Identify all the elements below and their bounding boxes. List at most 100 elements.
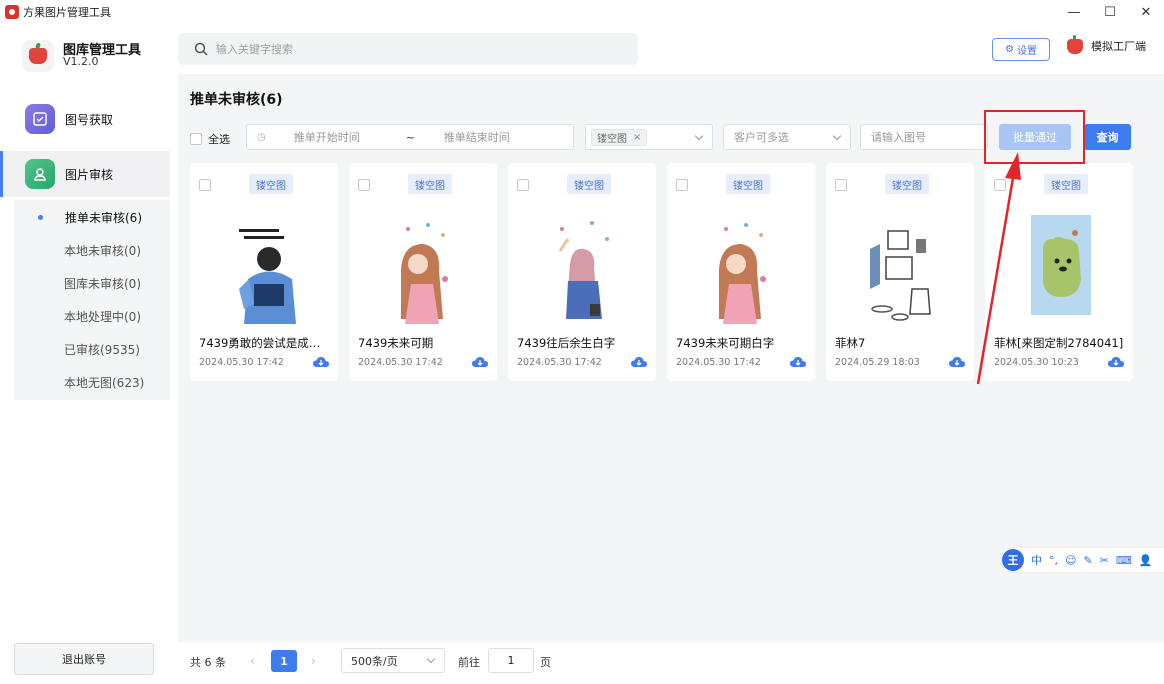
- card-checkbox[interactable]: [358, 179, 370, 191]
- ime-lang-toggle[interactable]: 中: [1031, 552, 1042, 568]
- customer-select[interactable]: 客户可多选: [723, 124, 851, 150]
- card-checkbox[interactable]: [994, 179, 1006, 191]
- minimize-button[interactable]: —: [1056, 0, 1092, 24]
- close-button[interactable]: ✕: [1128, 0, 1164, 24]
- nav-item-get-code[interactable]: 图号获取: [0, 96, 170, 142]
- search-bar: [178, 33, 638, 65]
- card-badge: 镂空图: [408, 174, 452, 194]
- goto-page-input[interactable]: 1: [488, 648, 534, 673]
- sidebar: 图库管理工具 V1.2.0 图号获取 图片审核 推单未审核(6) 本地未审核(0…: [0, 24, 178, 684]
- sub-nav: 推单未审核(6) 本地未审核(0) 图库未审核(0) 本地处理中(0) 已审核(…: [14, 200, 170, 400]
- page-size-value: 500条/页: [351, 654, 398, 668]
- cloud-download-icon[interactable]: [631, 356, 647, 368]
- sub-item-local-unreviewed[interactable]: 本地未审核(0): [14, 234, 170, 267]
- cloud-download-icon[interactable]: [1108, 356, 1124, 368]
- emoji-icon[interactable]: ☺: [1065, 554, 1076, 567]
- select-all-label: 全选: [208, 133, 230, 146]
- ime-punct-toggle[interactable]: °,: [1049, 554, 1058, 567]
- date-start-placeholder[interactable]: 推单开始时间: [294, 129, 406, 145]
- card-date: 2024.05.30 17:42: [358, 357, 443, 368]
- checkbox[interactable]: [190, 133, 202, 145]
- prev-page-button[interactable]: ‹: [250, 654, 255, 668]
- logout-button[interactable]: 退出账号: [14, 643, 154, 675]
- tag-select[interactable]: 镂空图 ×: [585, 124, 713, 150]
- id-card-icon: [25, 104, 55, 134]
- card-checkbox[interactable]: [676, 179, 688, 191]
- code-input[interactable]: 请输入图号: [860, 124, 988, 150]
- sub-item-local-no-image[interactable]: 本地无图(623): [14, 366, 170, 399]
- chevron-down-icon: [694, 131, 704, 141]
- thumbnail-image: [239, 229, 296, 324]
- nav-item-image-review[interactable]: 图片审核: [0, 151, 170, 197]
- settings-button[interactable]: ⚙ 设置: [992, 38, 1050, 61]
- card-grid: 镂空图 7439勇敢的尝试是成功的一半 2024.05.30 17:42 镂空图: [190, 163, 1150, 383]
- chevron-down-icon: [426, 654, 436, 664]
- card-date: 2024.05.30 17:42: [517, 357, 602, 368]
- cloud-download-icon[interactable]: [472, 356, 488, 368]
- card-badge: 镂空图: [249, 174, 293, 194]
- clock-icon: ◷: [257, 131, 266, 143]
- query-button[interactable]: 查询: [1084, 124, 1131, 150]
- tag-chip: 镂空图 ×: [591, 128, 648, 146]
- card-date: 2024.05.30 10:23: [994, 357, 1079, 368]
- thumbnail-image: [401, 223, 448, 324]
- image-card[interactable]: 镂空图 7439未来可期白字 2024.05.30 17:42: [667, 163, 815, 381]
- apple-icon: [29, 48, 47, 64]
- card-checkbox[interactable]: [835, 179, 847, 191]
- card-name: 7439未来可期: [358, 336, 434, 350]
- card-checkbox[interactable]: [517, 179, 529, 191]
- nav-label: 图片审核: [65, 167, 114, 182]
- gear-icon: ⚙: [1005, 44, 1014, 55]
- sub-item-label: 图库未审核(0): [64, 277, 141, 291]
- sub-item-reviewed[interactable]: 已审核(9535): [14, 333, 170, 366]
- select-all-checkbox[interactable]: 全选: [190, 131, 230, 147]
- image-card[interactable]: 镂空图 菲林7 2024.05.29 18:03: [826, 163, 974, 381]
- search-icon: [194, 42, 208, 56]
- window-title: 方果图片管理工具: [23, 6, 111, 19]
- sub-item-label: 已审核(9535): [64, 343, 140, 357]
- active-dot-icon: [38, 215, 43, 220]
- date-end-placeholder[interactable]: 推单结束时间: [444, 129, 510, 145]
- search-input[interactable]: [216, 42, 596, 56]
- apple-icon: [1067, 34, 1083, 54]
- cloud-download-icon[interactable]: [790, 356, 806, 368]
- user-icon[interactable]: 👤: [1139, 554, 1153, 567]
- image-card[interactable]: 镂空图 7439勇敢的尝试是成功的一半 2024.05.30 17:42: [190, 163, 338, 381]
- date-range-picker[interactable]: ◷ 推单开始时间 ~ 推单结束时间: [246, 124, 574, 150]
- card-checkbox[interactable]: [199, 179, 211, 191]
- image-card[interactable]: 镂空图 7439未来可期 2024.05.30 17:42: [349, 163, 497, 381]
- ime-logo[interactable]: 王: [1002, 549, 1024, 571]
- next-page-button[interactable]: ›: [311, 654, 316, 668]
- thumbnail-image: [1031, 215, 1091, 315]
- settings-label: 设置: [1016, 46, 1037, 57]
- pen-icon[interactable]: ✎: [1083, 554, 1092, 567]
- card-name: 7439未来可期白字: [676, 336, 775, 350]
- cloud-download-icon[interactable]: [313, 356, 329, 368]
- close-icon[interactable]: ×: [633, 132, 641, 143]
- card-name: 7439往后余生白字: [517, 336, 616, 350]
- thumbnail-image: [719, 223, 766, 324]
- chevron-down-icon: [832, 131, 842, 141]
- keyboard-icon[interactable]: ⌨: [1116, 554, 1132, 567]
- cloud-download-icon[interactable]: [949, 356, 965, 368]
- date-separator: ~: [405, 130, 415, 144]
- maximize-button[interactable]: ☐: [1092, 0, 1128, 24]
- card-date: 2024.05.29 18:03: [835, 357, 920, 368]
- sub-item-gallery-unreviewed[interactable]: 图库未审核(0): [14, 267, 170, 300]
- sub-item-push-unreviewed[interactable]: 推单未审核(6): [14, 201, 170, 234]
- page-title: 推单未审核(6): [190, 92, 283, 108]
- batch-approve-button[interactable]: 批量通过: [999, 124, 1071, 150]
- card-name: 菲林7: [835, 336, 866, 350]
- image-card[interactable]: 镂空图 菲林[来图定制2784041] 2024.05.30 10:23: [985, 163, 1133, 381]
- user-menu[interactable]: 模拟工厂端: [1067, 34, 1146, 54]
- thumbnail-image: [558, 221, 609, 319]
- card-name: 7439勇敢的尝试是成功的一半: [199, 336, 331, 350]
- image-card[interactable]: 镂空图 7439往后余生白字 2024.05.30 17:42: [508, 163, 656, 381]
- scissors-icon[interactable]: ✂: [1100, 554, 1109, 567]
- page-label: 页: [540, 656, 551, 669]
- title-bar: 方果图片管理工具: [0, 0, 1164, 24]
- page-size-select[interactable]: 500条/页: [341, 648, 445, 673]
- card-badge: 镂空图: [885, 174, 929, 194]
- sub-item-local-processing[interactable]: 本地处理中(0): [14, 300, 170, 333]
- page-number-button[interactable]: 1: [271, 650, 297, 672]
